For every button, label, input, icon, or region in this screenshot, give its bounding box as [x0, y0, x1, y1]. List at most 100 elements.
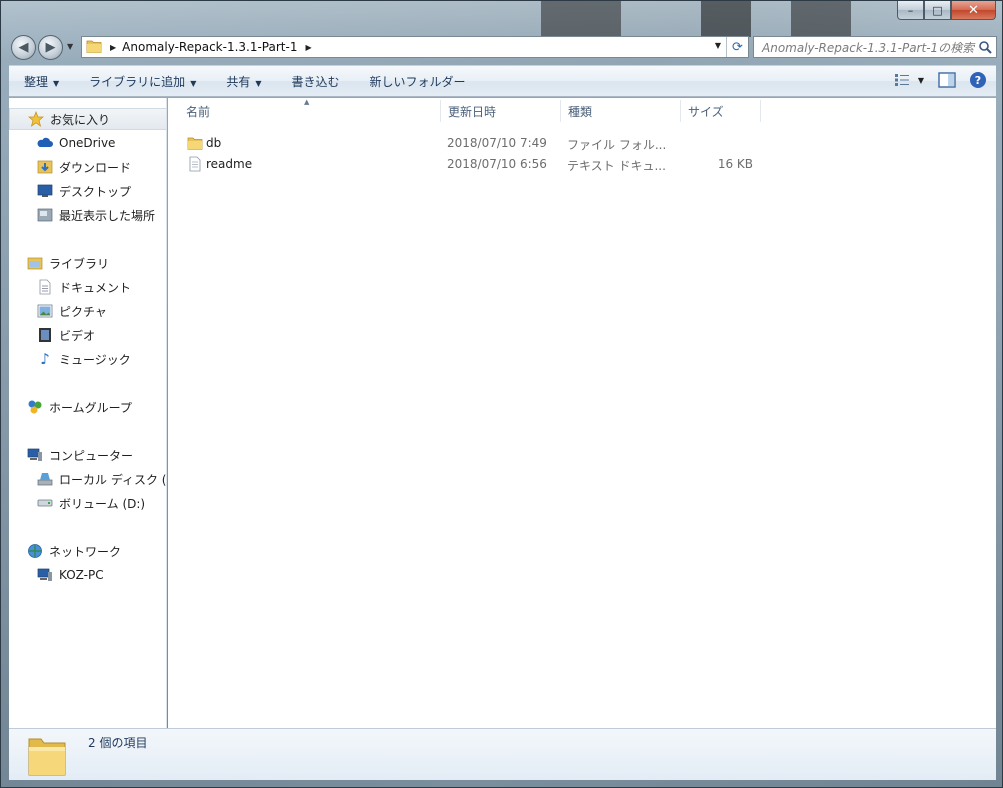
sidebar-item-music[interactable]: ♪ ミュージック: [9, 348, 166, 370]
sidebar-item-downloads[interactable]: ダウンロード: [9, 156, 166, 178]
item-count: 2 個の項目: [88, 736, 148, 750]
column-divider[interactable]: [760, 100, 761, 122]
file-row-readme[interactable]: readme 2018/07/10 6:56 テキスト ドキュ... 16 KB: [168, 154, 768, 175]
address-history-dropdown[interactable]: ▼: [715, 41, 721, 50]
column-header-type[interactable]: 種類: [558, 98, 678, 124]
sidebar-item-label: ビデオ: [59, 328, 96, 343]
chevron-down-icon: ▼: [255, 78, 262, 88]
sidebar-item-local-disk[interactable]: ローカル ディスク (: [9, 468, 167, 490]
search-placeholder: Anomaly-Repack-1.3.1-Part-1の検索: [762, 40, 975, 55]
sidebar-item-label: ピクチャ: [59, 304, 107, 319]
sidebar-item-onedrive[interactable]: OneDrive: [9, 132, 166, 154]
folder-icon: [187, 137, 203, 150]
help-icon[interactable]: ?: [970, 72, 986, 88]
file-list-pane: ▲ 名前 更新日時 種類 サイズ db 2018/07/10 7:49 ファイル…: [168, 98, 996, 728]
back-arrow-icon: ◀: [18, 40, 29, 55]
download-folder-icon: [37, 159, 53, 175]
sidebar-item-label: OneDrive: [59, 136, 116, 150]
organize-button[interactable]: 整理 ▼: [9, 73, 74, 90]
cloud-icon: [37, 135, 53, 151]
sidebar-item-label: ドキュメント: [59, 280, 132, 295]
sidebar-item-volume-d[interactable]: ボリューム (D:): [9, 492, 166, 514]
sidebar-item-pictures[interactable]: ピクチャ: [9, 300, 166, 322]
sidebar-item-label: ミュージック: [59, 352, 131, 367]
refresh-button[interactable]: ⟳: [726, 37, 748, 57]
sidebar-item-koz-pc[interactable]: KOZ-PC: [9, 564, 166, 586]
chevron-down-icon: ▼: [53, 78, 60, 88]
sidebar-item-label: ライブラリ: [49, 256, 110, 271]
navigation-pane: お気に入り OneDrive ダウンロード デスクトップ 最近表示した場所 ライ…: [9, 98, 167, 728]
sidebar-item-computer[interactable]: コンピューター: [9, 444, 166, 466]
sidebar-item-desktop[interactable]: デスクトップ: [9, 180, 166, 202]
sidebar-item-label: ボリューム (D:): [59, 496, 146, 511]
homegroup-icon: [27, 399, 43, 415]
details-pane: 2 個の項目: [9, 728, 996, 780]
file-modified: 2018/07/10 7:49: [447, 136, 547, 150]
sidebar-item-label: デスクトップ: [59, 184, 132, 199]
column-header-name[interactable]: 名前: [176, 98, 440, 124]
file-name: db: [206, 136, 222, 150]
network-icon: [27, 543, 43, 559]
new-folder-button[interactable]: 新しいフォルダー: [355, 73, 481, 90]
window-controls: – □ ✕: [897, 1, 996, 20]
minimize-button[interactable]: –: [897, 1, 924, 20]
close-button[interactable]: ✕: [951, 1, 996, 20]
breadcrumb-separator-icon[interactable]: ▶: [305, 43, 311, 52]
refresh-icon: ⟳: [732, 39, 743, 55]
maximize-button[interactable]: □: [924, 1, 951, 20]
volume-drive-icon: [37, 495, 53, 511]
column-header-size[interactable]: サイズ: [678, 98, 758, 124]
file-row-db[interactable]: db 2018/07/10 7:49 ファイル フォル...: [168, 133, 768, 154]
change-view-button[interactable]: ▼: [894, 73, 924, 87]
file-modified: 2018/07/10 6:56: [447, 157, 547, 171]
share-button[interactable]: 共有 ▼: [211, 73, 276, 90]
video-icon: [37, 327, 53, 343]
column-header-modified[interactable]: 更新日時: [438, 98, 558, 124]
view-controls: ▼ ?: [894, 72, 986, 88]
add-to-library-button[interactable]: ライブラリに追加 ▼: [74, 73, 211, 90]
forward-arrow-icon: ▶: [45, 40, 56, 55]
burn-button[interactable]: 書き込む: [277, 73, 355, 90]
computer-icon: [27, 447, 43, 463]
breadcrumb-current-folder[interactable]: Anomaly-Repack-1.3.1-Part-1: [122, 40, 297, 54]
back-button[interactable]: ◀: [11, 35, 36, 60]
file-name: readme: [206, 157, 253, 171]
recent-pages-dropdown[interactable]: ▼: [67, 42, 73, 51]
preview-pane-icon[interactable]: [938, 72, 956, 88]
sidebar-item-label: 最近表示した場所: [59, 208, 156, 223]
chevron-down-icon: ▼: [917, 75, 924, 85]
sidebar-item-videos[interactable]: ビデオ: [9, 324, 166, 346]
breadcrumb-separator-icon[interactable]: ▶: [110, 43, 116, 52]
sidebar-item-label: ダウンロード: [59, 160, 132, 175]
folder-icon: [28, 738, 66, 776]
text-file-icon: [189, 156, 201, 172]
sidebar-item-homegroup[interactable]: ホームグループ: [9, 396, 166, 418]
sidebar-item-label: KOZ-PC: [59, 568, 104, 582]
navigation-bar: ◀ ▶ ▼ ▶ Anomaly-Repack-1.3.1-Part-1 ▶ ▼ …: [9, 31, 997, 63]
sidebar-item-recent-places[interactable]: 最近表示した場所: [9, 204, 166, 226]
command-bar: 整理 ▼ ライブラリに追加 ▼ 共有 ▼ 書き込む 新しいフォルダー ▼ ?: [9, 65, 996, 97]
music-icon: ♪: [40, 350, 50, 368]
organize-label: 整理: [24, 74, 49, 89]
file-type: ファイル フォル...: [567, 138, 667, 152]
share-label: 共有: [226, 74, 251, 89]
search-input[interactable]: Anomaly-Repack-1.3.1-Part-1の検索: [753, 36, 997, 58]
local-disk-icon: [37, 471, 53, 487]
chevron-down-icon: ▼: [190, 78, 197, 88]
sidebar-item-label: コンピューター: [49, 448, 134, 463]
sidebar-item-label: ネットワーク: [49, 544, 122, 559]
star-icon: [28, 111, 44, 127]
sidebar-item-label: ホームグループ: [49, 400, 132, 415]
sidebar-item-favorites[interactable]: お気に入り: [9, 108, 166, 130]
sidebar-item-network[interactable]: ネットワーク: [9, 540, 166, 562]
address-bar[interactable]: ▶ Anomaly-Repack-1.3.1-Part-1 ▶ ▼ ⟳: [81, 36, 749, 58]
desktop-icon: [37, 183, 53, 199]
sidebar-item-label: ローカル ディスク (: [59, 472, 167, 487]
search-icon: [979, 41, 992, 54]
explorer-window: – □ ✕ ◀ ▶ ▼ ▶ Anomaly-Repack-1.3.1-Part-…: [0, 0, 1003, 788]
sidebar-item-libraries[interactable]: ライブラリ: [9, 252, 166, 274]
sidebar-item-documents[interactable]: ドキュメント: [9, 276, 166, 298]
document-icon: [37, 279, 53, 295]
forward-button[interactable]: ▶: [38, 35, 63, 60]
sidebar-item-label: お気に入り: [50, 112, 111, 127]
